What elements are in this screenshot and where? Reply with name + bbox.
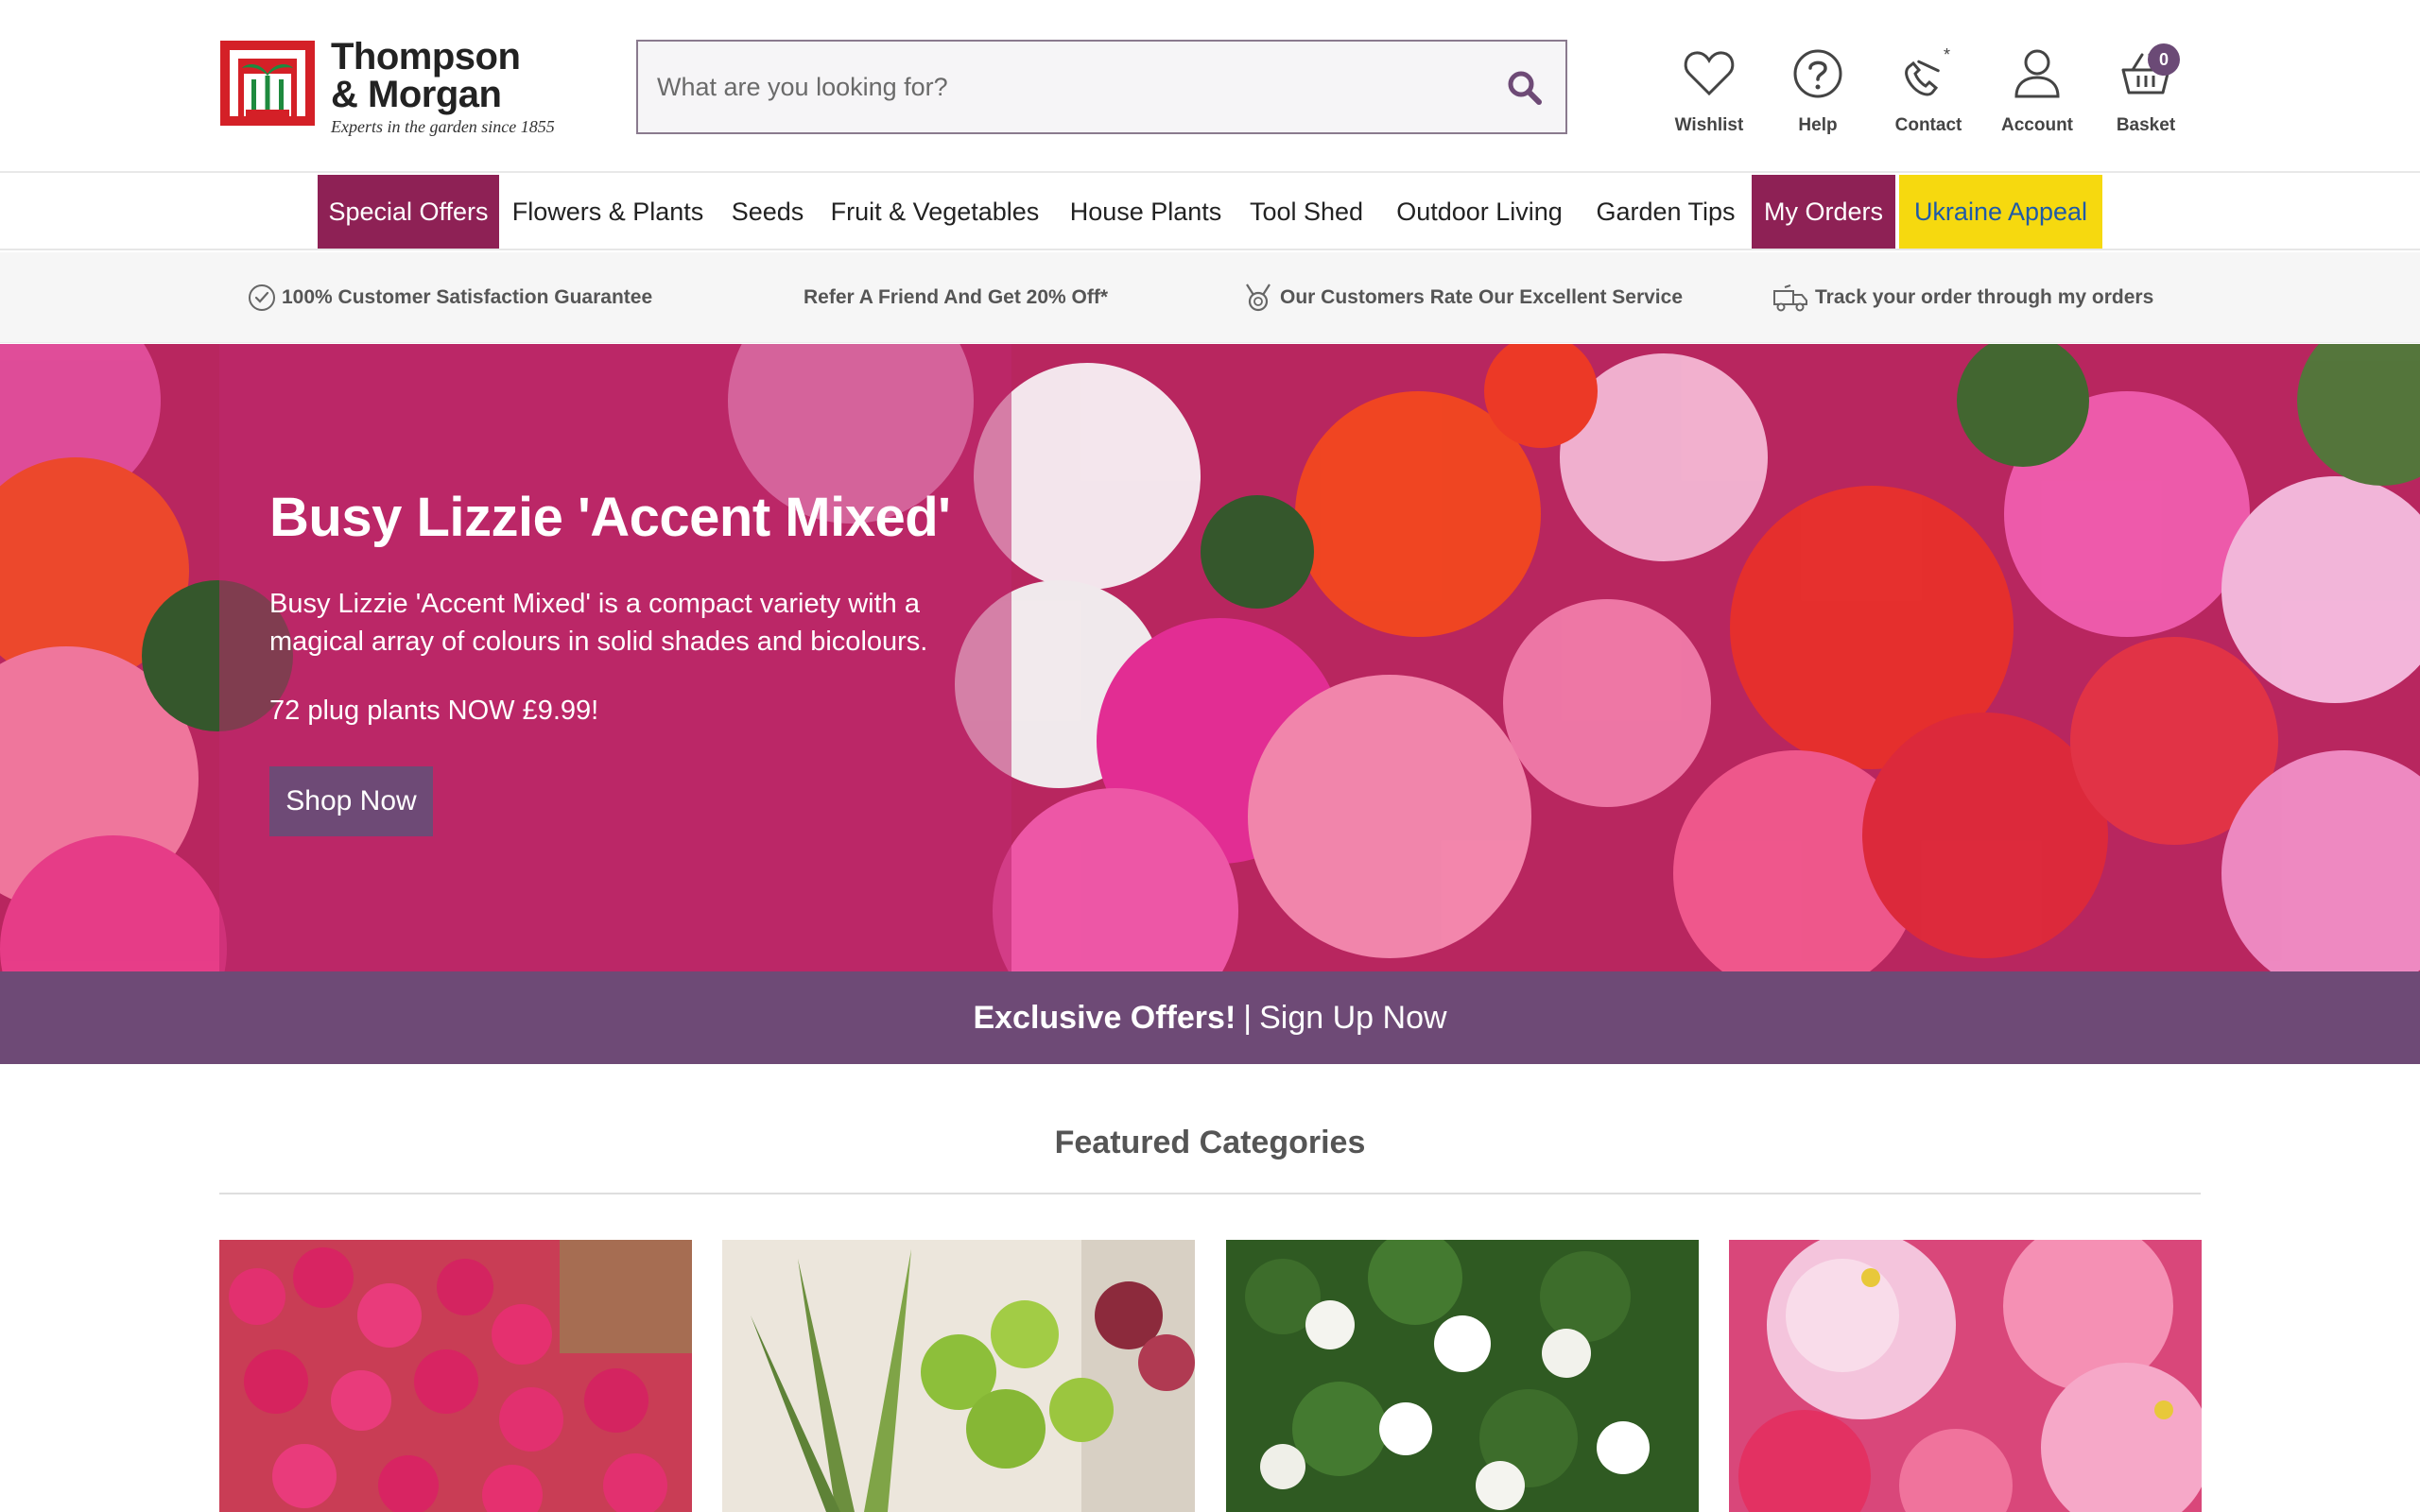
basket-label: Basket	[2116, 115, 2176, 135]
hero-description: Busy Lizzie 'Accent Mixed' is a compact …	[269, 589, 928, 657]
usp-bar: 100% Customer Satisfaction Guarantee Ref…	[0, 252, 2420, 343]
search-button[interactable]	[1501, 64, 1548, 112]
brand-name-line2: & Morgan	[331, 74, 502, 115]
signup-link-text: Sign Up Now	[1259, 999, 1447, 1036]
usp-track-label: Track your order through my orders	[1815, 286, 2154, 308]
signup-bold-text: Exclusive Offers!	[973, 999, 1236, 1036]
heart-icon	[1684, 51, 1735, 96]
help-link[interactable]: Help	[1766, 45, 1870, 136]
contact-label: Contact	[1894, 115, 1962, 135]
hero-title: Busy Lizzie 'Accent Mixed'	[269, 487, 951, 548]
nav-house-plants[interactable]: House Plants	[1063, 175, 1229, 249]
search-input[interactable]	[657, 42, 1470, 132]
usp-customer-rating[interactable]: Our Customers Rate Our Excellent Service	[1242, 252, 1683, 343]
account-link[interactable]: Account	[1985, 45, 2089, 136]
brand-name-line1: Thompson	[331, 36, 521, 77]
basket-count-badge: 0	[2148, 43, 2180, 76]
search-icon	[1508, 71, 1542, 105]
award-icon	[1246, 284, 1270, 312]
nav-ukraine-appeal[interactable]: Ukraine Appeal	[1899, 175, 2102, 249]
featured-categories-title: Featured Categories	[1054, 1125, 1366, 1160]
usp-rating-label: Our Customers Rate Our Excellent Service	[1280, 286, 1683, 308]
nav-my-orders[interactable]: My Orders	[1752, 175, 1895, 249]
nav-tool-shed[interactable]: Tool Shed	[1244, 175, 1369, 249]
contact-link[interactable]: * Contact	[1876, 45, 1980, 136]
account-label: Account	[2001, 115, 2073, 135]
category-image-pink-peonies	[1729, 1240, 2202, 1512]
category-card-1[interactable]	[219, 1240, 692, 1512]
nav-special-offers[interactable]: Special Offers	[318, 175, 499, 249]
usp-refer-label: Refer A Friend And Get 20% Off*	[804, 286, 1109, 308]
search-box	[636, 40, 1567, 134]
category-card-3[interactable]	[1226, 1240, 1699, 1512]
wishlist-link[interactable]: Wishlist	[1657, 45, 1761, 136]
usp-satisfaction[interactable]: 100% Customer Satisfaction Guarantee	[248, 252, 652, 343]
hero-banner[interactable]: Busy Lizzie 'Accent Mixed' Busy Lizzie '…	[0, 344, 2420, 971]
hero-price: 72 plug plants NOW £9.99!	[269, 696, 599, 726]
usp-refer-friend[interactable]: Refer A Friend And Get 20% Off*	[804, 252, 1108, 343]
nav-outdoor-living[interactable]: Outdoor Living	[1386, 175, 1573, 249]
category-card-2[interactable]	[722, 1240, 1195, 1512]
site-header: Thompson & Morgan Experts in the garden …	[0, 0, 2420, 173]
category-image-white-flowers	[1226, 1240, 1699, 1512]
featured-divider	[219, 1193, 2201, 1194]
main-navigation: Special Offers Flowers & Plants Seeds Fr…	[0, 175, 2420, 250]
delivery-truck-icon	[1773, 284, 1807, 312]
nav-fruit-vegetables[interactable]: Fruit & Vegetables	[824, 175, 1046, 249]
check-circle-icon	[249, 284, 275, 311]
usp-satisfaction-label: 100% Customer Satisfaction Guarantee	[282, 286, 653, 308]
user-icon	[2014, 49, 2060, 98]
logo-mark-icon	[220, 41, 315, 126]
svg-text:*: *	[1944, 47, 1950, 64]
nav-seeds[interactable]: Seeds	[722, 175, 813, 249]
usp-track-order[interactable]: Track your order through my orders	[1772, 252, 2153, 343]
question-icon	[1793, 49, 1842, 98]
category-card-4[interactable]	[1729, 1240, 2202, 1512]
category-image-house-plants	[722, 1240, 1195, 1512]
signup-banner[interactable]: Exclusive Offers! | Sign Up Now	[0, 971, 2420, 1064]
site-logo[interactable]: Thompson & Morgan Experts in the garden …	[217, 38, 558, 142]
nav-garden-tips[interactable]: Garden Tips	[1590, 175, 1741, 249]
phone-icon: *	[1905, 47, 1950, 96]
help-label: Help	[1798, 115, 1838, 135]
wishlist-label: Wishlist	[1674, 115, 1744, 135]
signup-separator: |	[1243, 999, 1253, 1036]
shop-now-button[interactable]: Shop Now	[269, 766, 433, 836]
nav-flowers-plants[interactable]: Flowers & Plants	[507, 175, 709, 249]
brand-tagline: Experts in the garden since 1855	[331, 117, 555, 136]
basket-link[interactable]: 0 Basket	[2094, 43, 2198, 136]
category-image-petunias	[219, 1240, 692, 1512]
